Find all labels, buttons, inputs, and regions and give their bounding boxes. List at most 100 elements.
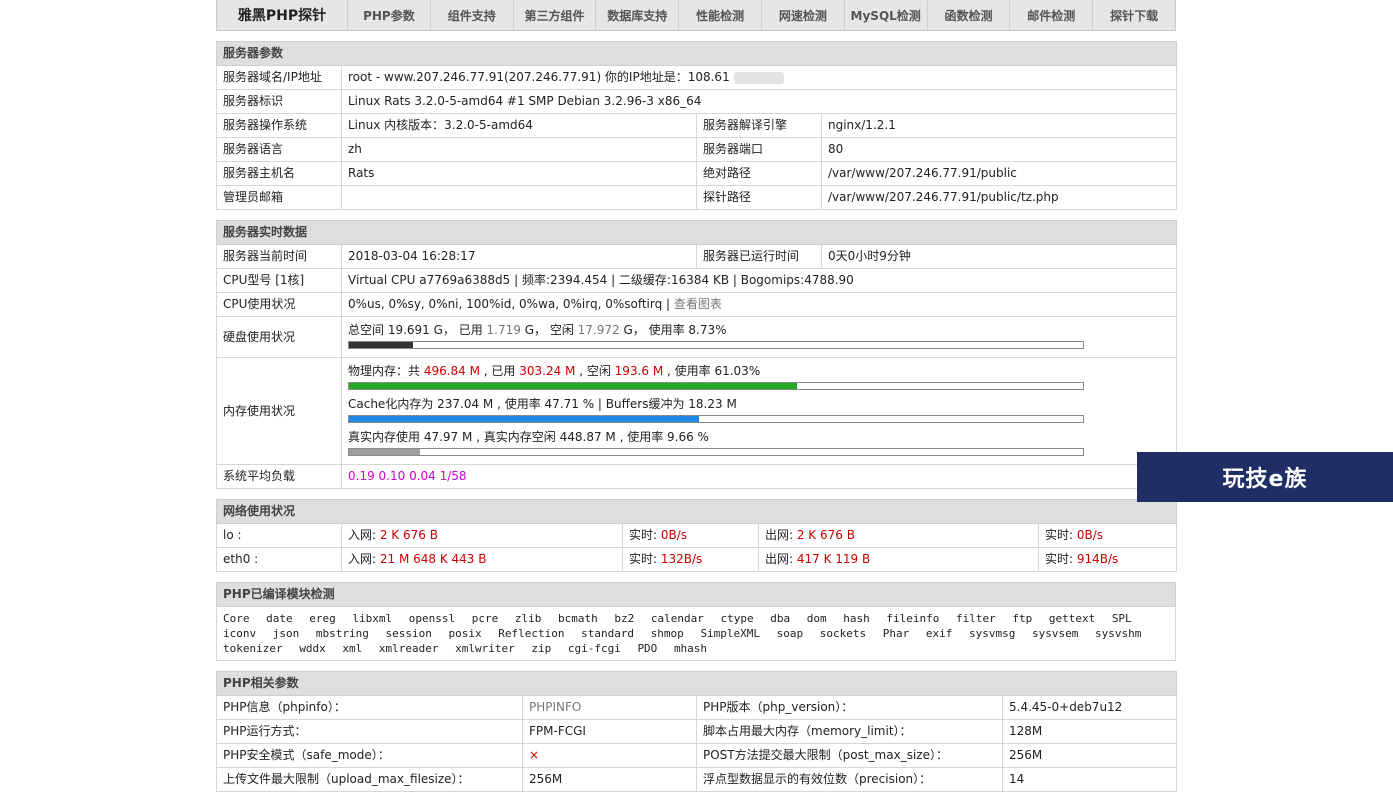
module-item: dom: [806, 612, 827, 625]
real-memory-text: 真实内存使用 47.97 M , 真实内存空闲 448.87 M , 使用率 9…: [348, 430, 709, 444]
row-label: POST方法提交最大限制（post_max_size）：: [696, 743, 1003, 768]
view-chart-link[interactable]: 查看图表: [674, 297, 722, 311]
outbound: 出网: 417 K 119 B: [758, 547, 1039, 572]
cache-memory-fill: [349, 416, 700, 422]
row-label: 服务器操作系统: [216, 113, 342, 138]
row-label: 硬盘使用状况: [216, 316, 342, 358]
nav-database[interactable]: 数据库支持: [596, 0, 680, 30]
inbound-rate: 实时: 0B/s: [622, 523, 759, 548]
outbound-rate: 实时: 0B/s: [1037, 523, 1178, 548]
module-item: mbstring: [315, 627, 369, 640]
physical-memory-bar: [348, 382, 1084, 390]
row-label: 服务器端口: [696, 137, 822, 162]
row-label: 服务器当前时间: [216, 244, 342, 269]
row-label: PHP信息（phpinfo）：: [216, 695, 523, 720]
row-value: 5.4.45-0+deb7u12: [1001, 695, 1178, 720]
brand-title[interactable]: 雅黑PHP探针: [217, 0, 348, 30]
row-value: [341, 185, 697, 210]
network-table: 网络使用状况 lo : 入网: 2 K 676 B 实时: 0B/s 出网: 2…: [215, 499, 1178, 572]
module-item: fileinfo: [886, 612, 940, 625]
module-item: Reflection: [498, 627, 565, 640]
row-label: 浮点型数据显示的有效位数（precision）：: [696, 767, 1003, 792]
nav-third-party[interactable]: 第三方组件: [514, 0, 597, 30]
row-label: PHP安全模式（safe_mode）：: [216, 743, 523, 768]
module-item: shmop: [650, 627, 684, 640]
cache-memory-text: Cache化内存为 237.04 M , 使用率 47.71 % | Buffe…: [348, 397, 737, 411]
row-label: 服务器主机名: [216, 161, 342, 186]
nav-netspeed[interactable]: 网速检测: [762, 0, 845, 30]
nav-php-params[interactable]: PHP参数: [348, 0, 431, 30]
blurred-ip: [733, 71, 784, 84]
module-item: posix: [448, 627, 482, 640]
module-item: dba: [770, 612, 791, 625]
module-item: ftp: [1012, 612, 1033, 625]
row-label: 服务器域名/IP地址: [216, 65, 342, 90]
row-label: 服务器语言: [216, 137, 342, 162]
inbound: 入网: 21 M 648 K 443 B: [341, 547, 623, 572]
row-value: 128M: [1001, 719, 1178, 744]
row-value: Rats: [341, 161, 697, 186]
outbound-rate: 实时: 914B/s: [1037, 547, 1178, 572]
module-item: date: [266, 612, 293, 625]
module-item: bz2: [614, 612, 635, 625]
row-label: 绝对路径: [696, 161, 822, 186]
real-memory-bar: [348, 448, 1084, 456]
row-value: 256M: [1001, 743, 1178, 768]
inbound-rate: 实时: 132B/s: [622, 547, 759, 572]
nav-mail[interactable]: 邮件检测: [1010, 0, 1094, 30]
phpinfo-link[interactable]: PHPINFO: [522, 695, 697, 720]
row-value: root - www.207.246.77.91(207.246.77.91) …: [340, 65, 1178, 90]
memory-usage-cell: 物理内存：共 496.84 M , 已用 303.24 M , 空闲 193.6…: [340, 357, 1178, 465]
row-value: Virtual CPU a7769a6388d5 | 频率:2394.454 |…: [340, 268, 1178, 293]
section-title: PHP已编译模块检测: [216, 582, 1176, 607]
module-item: Core: [223, 612, 250, 625]
row-value: 256M: [522, 767, 697, 792]
interface-name: eth0 :: [216, 547, 342, 572]
module-item: xml: [342, 642, 363, 655]
module-item: xmlreader: [378, 642, 439, 655]
row-label: 上传文件最大限制（upload_max_filesize）：: [216, 767, 523, 792]
row-value: Linux 内核版本：3.2.0-5-amd64: [341, 113, 697, 138]
module-item: cgi-fcgi: [567, 642, 621, 655]
disk-usage-bar: [348, 341, 1084, 349]
row-label: 服务器解译引擎: [696, 113, 822, 138]
top-nav: 雅黑PHP探针 PHP参数 组件支持 第三方组件 数据库支持 性能检测 网速检测…: [216, 0, 1176, 31]
row-value: 0%us, 0%sy, 0%ni, 100%id, 0%wa, 0%irq, 0…: [340, 292, 1178, 317]
modules-table: PHP已编译模块检测 Core date ereg libxml openssl…: [216, 582, 1176, 661]
module-item: zlib: [514, 612, 542, 625]
row-label: 管理员邮箱: [216, 185, 342, 210]
row-label: 探针路径: [696, 185, 822, 210]
module-item: xmlwriter: [455, 642, 515, 655]
nav-download[interactable]: 探针下载: [1093, 0, 1175, 30]
nav-mysql[interactable]: MySQL检测: [845, 0, 928, 30]
nav-performance[interactable]: 性能检测: [679, 0, 762, 30]
php-params-table: PHP相关参数 PHP信息（phpinfo）： PHPINFO PHP版本（ph…: [215, 671, 1178, 792]
row-label: PHP版本（php_version）：: [696, 695, 1003, 720]
row-label: 内存使用状况: [216, 357, 342, 465]
module-item: filter: [955, 612, 996, 625]
network-row: lo : 入网: 2 K 676 B 实时: 0B/s 出网: 2 K 676 …: [216, 523, 1178, 548]
module-item: calendar: [650, 612, 704, 625]
server-params-table: 服务器参数 服务器域名/IP地址 root - www.207.246.77.9…: [215, 41, 1178, 210]
row-value: 2018-03-04 16:28:17: [341, 244, 697, 269]
module-item: bcmath: [557, 612, 598, 625]
nav-components[interactable]: 组件支持: [431, 0, 514, 30]
row-label: PHP运行方式：: [216, 719, 523, 744]
module-item: hash: [843, 612, 870, 625]
disk-usage-cell: 总空间 19.691 G， 已用 1.719 G， 空闲 17.972 G， 使…: [340, 316, 1178, 358]
module-item: openssl: [408, 612, 456, 625]
module-item: session: [385, 627, 432, 640]
module-item: libxml: [352, 612, 393, 625]
nav-functions[interactable]: 函数检测: [928, 0, 1011, 30]
module-item: gettext: [1048, 612, 1096, 625]
row-value: zh: [341, 137, 697, 162]
row-label: 服务器已运行时间: [696, 244, 822, 269]
section-title: PHP相关参数: [215, 671, 1178, 696]
row-value: Linux Rats 3.2.0-5-amd64 #1 SMP Debian 3…: [340, 89, 1178, 114]
module-item: ereg: [309, 612, 336, 625]
module-item: zip: [531, 642, 552, 655]
module-item: Phar: [882, 627, 910, 640]
inbound: 入网: 2 K 676 B: [341, 523, 623, 548]
real-memory-fill: [349, 449, 420, 455]
module-item: mhash: [673, 642, 708, 655]
